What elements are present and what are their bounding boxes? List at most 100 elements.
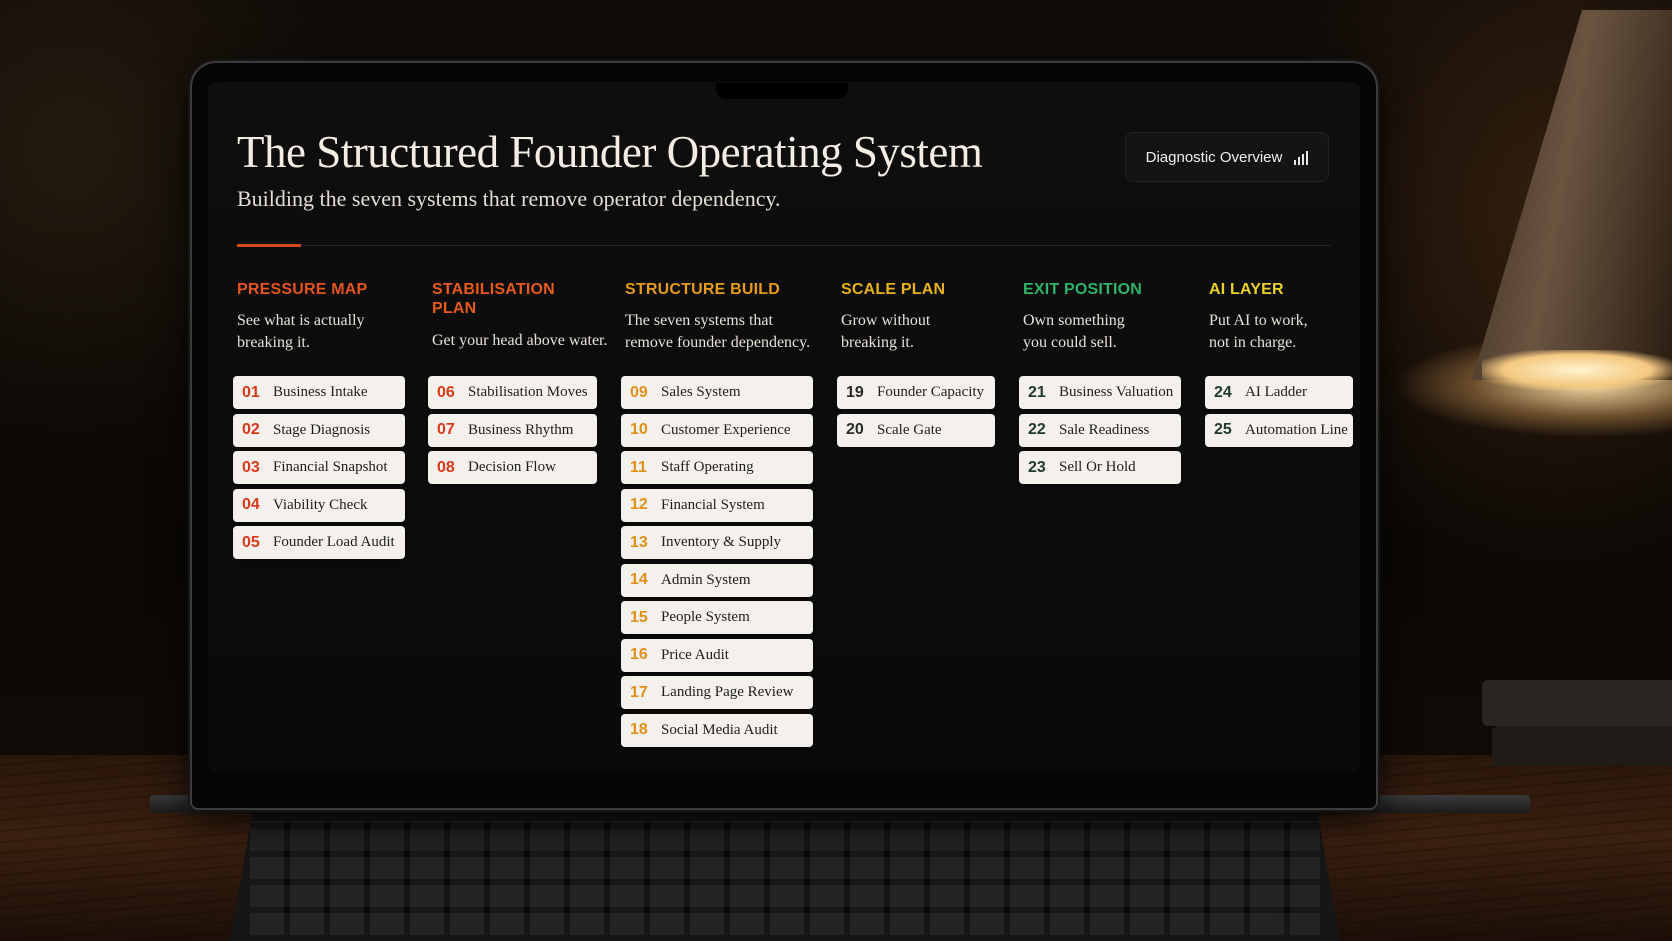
card-list: 06 Stabilisation Moves 07 Business Rhythm … xyxy=(428,376,597,489)
card-label: Sell Or Hold xyxy=(1059,459,1136,475)
card-sales-system[interactable]: 09 Sales System xyxy=(621,376,813,409)
card-number: 10 xyxy=(630,421,648,438)
card-number: 21 xyxy=(1028,383,1046,401)
card-number: 19 xyxy=(846,383,864,401)
column-description: you could sell. xyxy=(1023,334,1117,351)
column-description: See what is actually xyxy=(237,312,365,329)
card-number: 15 xyxy=(630,608,648,626)
column-heading: STRUCTURE BUILD xyxy=(625,281,780,298)
card-label: Inventory & Supply xyxy=(661,534,781,550)
card-label: AI Ladder xyxy=(1245,384,1308,400)
card-number: 05 xyxy=(242,533,260,551)
card-label: Decision Flow xyxy=(468,459,556,475)
card-landing-page-review[interactable]: 17 Landing Page Review xyxy=(621,676,813,709)
card-number: 20 xyxy=(846,421,864,438)
column-stabilisation-plan: STABILISATION PLAN Get your head above wa… xyxy=(428,280,607,484)
card-number: 23 xyxy=(1028,458,1046,476)
card-number: 24 xyxy=(1214,383,1232,401)
column-heading-line: STABILISATION xyxy=(432,281,555,298)
column-heading-line: PLAN xyxy=(432,300,477,317)
keyboard xyxy=(230,813,1340,941)
card-number: 04 xyxy=(242,496,260,513)
card-sale-readiness[interactable]: 22 Sale Readiness xyxy=(1019,413,1181,447)
bar-chart-icon xyxy=(1294,150,1309,165)
column-description: remove founder dependency. xyxy=(625,334,811,351)
column-heading: EXIT POSITION xyxy=(1023,281,1143,298)
lamp-light xyxy=(1482,350,1672,390)
card-list: 01 Business Intake 02 Stage Diagnosis 03 Fi… xyxy=(233,376,405,564)
card-number: 13 xyxy=(630,533,648,551)
card-people-system[interactable]: 15 People System xyxy=(621,601,813,634)
column-description: Get your head above water. xyxy=(432,332,608,349)
page-subtitle: Building the seven systems that remove o… xyxy=(237,186,781,211)
column-structure-build: STRUCTURE BUILD The seven systems that r… xyxy=(621,280,817,747)
lamp-shade xyxy=(1472,10,1672,380)
card-list: 09 Sales System 10 Customer Experience 11 S… xyxy=(621,376,813,751)
diagnostic-overview-button[interactable]: Diagnostic Overview xyxy=(1125,132,1329,182)
card-label: Sale Readiness xyxy=(1059,421,1150,438)
column-description: breaking it. xyxy=(237,334,310,351)
column-description: Put AI to work, xyxy=(1209,312,1308,329)
card-label: Automation Line xyxy=(1245,421,1348,438)
card-number: 25 xyxy=(1214,421,1232,438)
card-sell-or-hold[interactable]: 23 Sell Or Hold xyxy=(1019,451,1181,484)
card-financial-system[interactable]: 12 Financial System xyxy=(621,488,813,522)
card-label: Business Intake xyxy=(273,384,368,400)
card-decision-flow[interactable]: 08 Decision Flow xyxy=(428,451,597,484)
card-financial-snapshot[interactable]: 03 Financial Snapshot xyxy=(233,451,405,484)
camera-notch xyxy=(716,83,848,99)
card-label: Business Rhythm xyxy=(468,421,574,438)
column-description: breaking it. xyxy=(841,334,914,351)
card-label: Social Media Audit xyxy=(661,721,778,738)
card-label: Landing Page Review xyxy=(661,684,794,700)
column-scale-plan: SCALE PLAN Grow without breaking it. 19 F… xyxy=(837,280,999,447)
card-number: 16 xyxy=(630,646,648,663)
column-heading: SCALE PLAN xyxy=(841,281,946,298)
card-label: Financial Snapshot xyxy=(273,459,388,475)
card-ai-ladder[interactable]: 24 AI Ladder xyxy=(1205,376,1353,409)
card-number: 06 xyxy=(437,383,455,401)
card-founder-load-audit[interactable]: 05 Founder Load Audit xyxy=(233,526,405,559)
card-label: Founder Load Audit xyxy=(273,534,395,550)
card-label: Financial System xyxy=(661,496,765,513)
card-social-media-audit[interactable]: 18 Social Media Audit xyxy=(621,713,813,747)
card-label: Customer Experience xyxy=(661,421,791,438)
card-label: People System xyxy=(661,609,750,625)
card-list: 21 Business Valuation 22 Sale Readiness 23… xyxy=(1019,376,1181,489)
diagnostic-overview-label: Diagnostic Overview xyxy=(1145,148,1283,166)
card-list: 19 Founder Capacity 20 Scale Gate xyxy=(837,376,995,451)
divider xyxy=(301,245,1331,246)
card-scale-gate[interactable]: 20 Scale Gate xyxy=(837,413,995,447)
card-founder-capacity[interactable]: 19 Founder Capacity xyxy=(837,376,995,409)
card-business-valuation[interactable]: 21 Business Valuation xyxy=(1019,376,1181,409)
card-staff-operating[interactable]: 11 Staff Operating xyxy=(621,451,813,484)
card-stage-diagnosis[interactable]: 02 Stage Diagnosis xyxy=(233,413,405,447)
card-label: Viability Check xyxy=(273,496,368,513)
card-number: 22 xyxy=(1028,421,1046,438)
book xyxy=(1492,726,1672,766)
card-number: 08 xyxy=(437,458,455,476)
card-customer-experience[interactable]: 10 Customer Experience xyxy=(621,413,813,447)
card-label: Staff Operating xyxy=(661,459,754,475)
card-automation-line[interactable]: 25 Automation Line xyxy=(1205,413,1353,447)
card-label: Founder Capacity xyxy=(877,384,985,400)
card-stabilisation-moves[interactable]: 06 Stabilisation Moves xyxy=(428,376,597,409)
card-number: 11 xyxy=(630,458,647,476)
card-number: 17 xyxy=(630,683,648,701)
card-viability-check[interactable]: 04 Viability Check xyxy=(233,488,405,522)
card-admin-system[interactable]: 14 Admin System xyxy=(621,563,813,597)
card-number: 09 xyxy=(630,383,648,401)
card-label: Scale Gate xyxy=(877,421,942,438)
card-number: 01 xyxy=(242,383,260,401)
page-title: The Structured Founder Operating System xyxy=(237,127,983,177)
card-business-intake[interactable]: 01 Business Intake xyxy=(233,376,405,409)
card-number: 12 xyxy=(630,496,648,513)
card-label: Business Valuation xyxy=(1059,384,1174,400)
column-heading: STABILISATION PLAN xyxy=(432,280,601,318)
card-inventory-supply[interactable]: 13 Inventory & Supply xyxy=(621,526,813,559)
column-heading: PRESSURE MAP xyxy=(237,281,368,298)
card-price-audit[interactable]: 16 Price Audit xyxy=(621,638,813,672)
card-business-rhythm[interactable]: 07 Business Rhythm xyxy=(428,413,597,447)
card-label: Stage Diagnosis xyxy=(273,421,371,438)
column-description: not in charge. xyxy=(1209,334,1297,351)
